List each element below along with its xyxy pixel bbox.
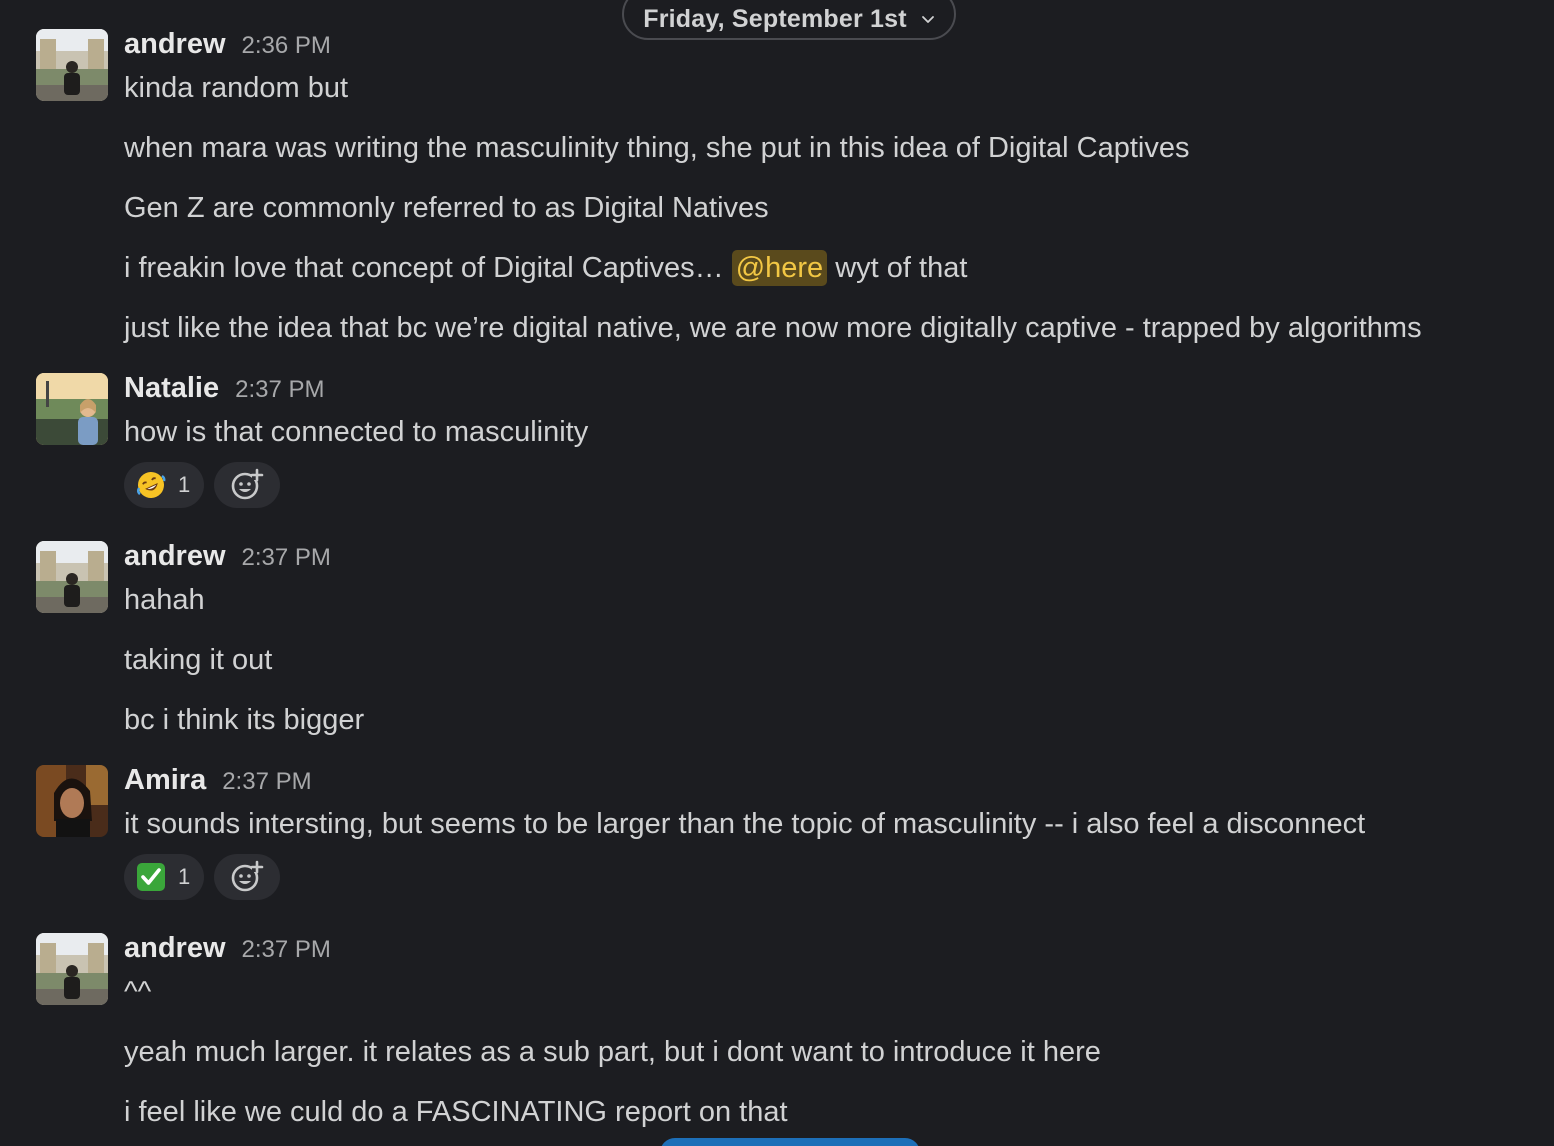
- author-name[interactable]: Natalie: [124, 372, 219, 405]
- message-text-before-mention: i freakin love that concept of Digital C…: [124, 252, 732, 284]
- chevron-down-icon: [921, 16, 934, 23]
- avatar[interactable]: [36, 29, 108, 101]
- message-feed: Friday, September 1st andrew 2:36 PM kin…: [0, 0, 1554, 1146]
- reaction-pill[interactable]: 1: [124, 462, 205, 508]
- timestamp[interactable]: 2:37 PM: [235, 376, 324, 404]
- add-emoji-icon: [231, 860, 264, 892]
- avatar[interactable]: [36, 933, 108, 1005]
- message-text: hahah: [124, 584, 205, 616]
- date-divider-label: Friday, September 1st: [643, 4, 907, 33]
- message-text: yeah much larger. it relates as a sub pa…: [124, 1036, 1101, 1068]
- timestamp[interactable]: 2:37 PM: [242, 936, 331, 964]
- add-reaction-button[interactable]: [214, 462, 281, 508]
- author-name[interactable]: andrew: [124, 28, 226, 61]
- timestamp[interactable]: 2:36 PM: [242, 32, 331, 60]
- avatar[interactable]: [36, 765, 108, 837]
- white-check-mark-emoji-icon: [137, 863, 165, 891]
- message-text: i feel like we culd do a FASCINATING rep…: [124, 1096, 788, 1128]
- reaction-count: 1: [178, 472, 191, 497]
- reaction-count: 1: [178, 864, 191, 889]
- message-text: bc i think its bigger: [124, 704, 365, 736]
- message-text: how is that connected to masculinity: [124, 416, 589, 448]
- message-text: kinda random but: [124, 72, 349, 104]
- avatar[interactable]: [36, 373, 108, 445]
- add-emoji-icon: [231, 468, 264, 500]
- message-text-after-mention: wyt of that: [827, 252, 968, 284]
- avatar[interactable]: [36, 541, 108, 613]
- message-text-with-mention: i freakin love that concept of Digital C…: [124, 250, 968, 286]
- message-text: just like the idea that bc we’re digital…: [124, 312, 1422, 344]
- timestamp[interactable]: 2:37 PM: [242, 544, 331, 572]
- author-name[interactable]: Amira: [124, 764, 206, 797]
- message-text: ^^: [124, 976, 152, 1008]
- add-reaction-button[interactable]: [214, 854, 281, 900]
- here-mention[interactable]: @here: [731, 250, 828, 286]
- new-messages-button[interactable]: [660, 1138, 920, 1146]
- timestamp[interactable]: 2:37 PM: [222, 768, 311, 796]
- message-text: Gen Z are commonly referred to as Digita…: [124, 192, 769, 224]
- reaction-pill[interactable]: 1: [124, 854, 205, 900]
- rolling-on-floor-laughing-emoji-icon: [137, 472, 166, 498]
- date-divider-button[interactable]: Friday, September 1st: [622, 0, 956, 40]
- message-text: when mara was writing the masculinity th…: [124, 132, 1190, 164]
- message-text: taking it out: [124, 644, 273, 676]
- author-name[interactable]: andrew: [124, 932, 226, 965]
- message-text: it sounds intersting, but seems to be la…: [124, 808, 1366, 840]
- author-name[interactable]: andrew: [124, 540, 226, 573]
